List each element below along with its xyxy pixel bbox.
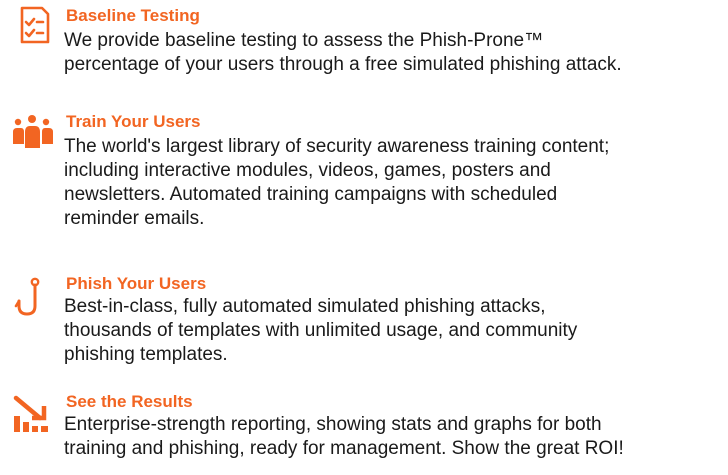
feature-description: The world's largest library of security … xyxy=(64,135,724,231)
description-line: thousands of templates with unlimited us… xyxy=(64,320,578,341)
description-line: reminder emails. xyxy=(64,208,205,229)
description-line: percentage of your users through a free … xyxy=(64,54,622,75)
feature-title: Train Your Users xyxy=(66,112,201,131)
fishing-hook-icon xyxy=(10,276,56,322)
feature-title: See the Results xyxy=(66,392,193,411)
feature-description: Best-in-class, fully automated simulated… xyxy=(64,295,724,367)
description-line: The world's largest library of security … xyxy=(64,136,610,157)
feature-title: Phish Your Users xyxy=(66,274,207,293)
description-line: phishing templates. xyxy=(64,344,228,365)
description-line: including interactive modules, videos, g… xyxy=(64,160,551,181)
feature-title: Baseline Testing xyxy=(66,6,200,25)
results-chart-icon xyxy=(10,392,56,438)
feature-description: Enterprise-strength reporting, showing s… xyxy=(64,413,724,461)
users-group-icon xyxy=(10,112,56,158)
description-line: Best-in-class, fully automated simulated… xyxy=(64,296,546,317)
checklist-icon xyxy=(10,2,56,48)
description-line: newsletters. Automated training campaign… xyxy=(64,184,558,205)
description-line: We provide baseline testing to assess th… xyxy=(64,30,544,51)
feature-description: We provide baseline testing to assess th… xyxy=(64,29,724,77)
description-line: Enterprise-strength reporting, showing s… xyxy=(64,414,602,435)
description-line: training and phishing, ready for managem… xyxy=(64,438,624,459)
